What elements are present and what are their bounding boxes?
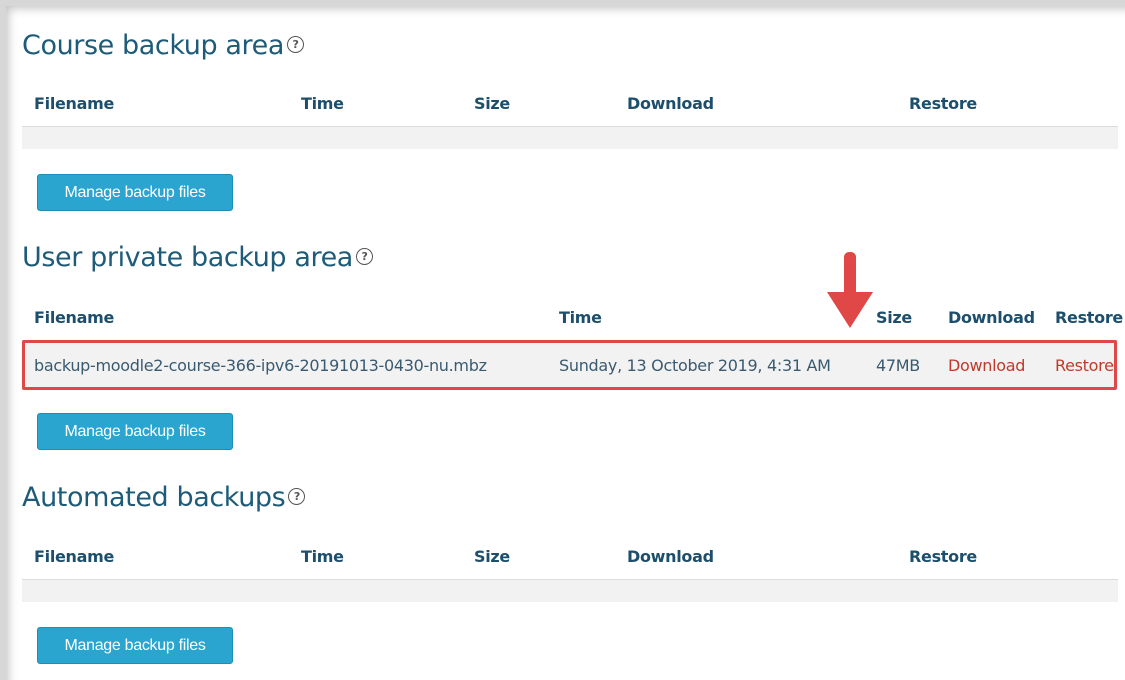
col-download: Download — [627, 94, 714, 113]
restore-link[interactable]: Restore — [1055, 356, 1114, 375]
help-icon[interactable]: ? — [287, 36, 305, 53]
user-backup-title: User private backup area? — [22, 242, 373, 273]
col-restore: Restore — [909, 94, 977, 113]
down-arrow-icon — [827, 252, 873, 328]
automated-backup-title: Automated backups? — [22, 482, 306, 513]
col-size: Size — [474, 547, 510, 566]
col-download: Download — [627, 547, 714, 566]
col-restore: Restore — [909, 547, 977, 566]
table-row: backup-moodle2-course-366-ipv6-20191013-… — [22, 342, 1118, 390]
course-backup-title: Course backup area? — [22, 30, 305, 61]
row-filename: backup-moodle2-course-366-ipv6-20191013-… — [34, 356, 487, 375]
automated-manage-backup-files-button[interactable]: Manage backup files — [37, 627, 233, 664]
row-time: Sunday, 13 October 2019, 4:31 AM — [559, 356, 831, 375]
course-backup-empty-row — [22, 127, 1118, 149]
automated-backup-empty-row — [22, 580, 1118, 602]
course-manage-backup-files-button[interactable]: Manage backup files — [37, 174, 233, 211]
col-size: Size — [474, 94, 510, 113]
automated-backup-table-header: Filename Time Size Download Restore — [22, 535, 1118, 580]
col-size: Size — [876, 308, 912, 327]
automated-backup-title-text: Automated backups — [22, 482, 286, 513]
col-filename: Filename — [34, 547, 115, 566]
course-backup-title-text: Course backup area — [22, 30, 285, 61]
user-manage-backup-files-button[interactable]: Manage backup files — [37, 413, 233, 450]
row-size: 47MB — [876, 356, 920, 375]
col-download: Download — [948, 308, 1035, 327]
user-backup-table-header: Filename Time Size Download Restore — [22, 296, 1123, 341]
help-icon[interactable]: ? — [355, 248, 373, 265]
user-backup-title-text: User private backup area — [22, 242, 353, 273]
col-time: Time — [301, 547, 344, 566]
help-icon[interactable]: ? — [288, 488, 306, 505]
col-time: Time — [301, 94, 344, 113]
download-link[interactable]: Download — [948, 356, 1025, 375]
col-filename: Filename — [34, 308, 115, 327]
col-restore: Restore — [1055, 308, 1123, 327]
course-backup-table-header: Filename Time Size Download Restore — [22, 82, 1118, 127]
col-time: Time — [559, 308, 602, 327]
col-filename: Filename — [34, 94, 115, 113]
backup-page: Course backup area? Filename Time Size D… — [22, 0, 1123, 680]
